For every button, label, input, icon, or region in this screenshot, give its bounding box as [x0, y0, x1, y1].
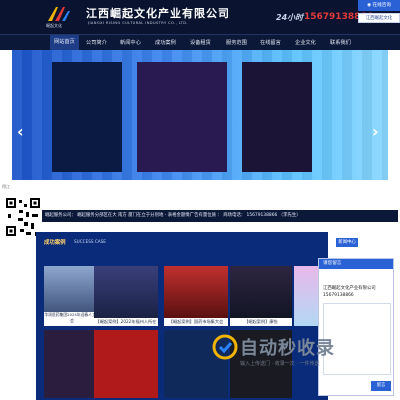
logo-icon	[48, 7, 70, 21]
hero-banner: ‹ ›	[12, 50, 388, 180]
banner-dot[interactable]	[161, 200, 164, 203]
main-nav: 网站首页 公司简介 新闻中心 成功案例 设备租赁 服务范围 在线留言 企业文化 …	[0, 34, 400, 50]
cases-subtitle: SUCCESS CASE	[74, 239, 106, 244]
cases-title: 成功案例	[44, 240, 66, 246]
case-photo	[164, 266, 228, 318]
nav-item-services[interactable]: 服务范围	[226, 39, 247, 46]
side-label: 得江	[2, 184, 10, 189]
case-caption: 【崛起案例】国药市场集大会	[164, 318, 228, 326]
banner-photo	[242, 62, 312, 172]
banner-photo	[52, 62, 122, 172]
case-card[interactable]: 【崛起案例】康怡	[230, 266, 292, 326]
nav-item-news[interactable]: 新闻中心	[120, 39, 141, 46]
banner-dot[interactable]	[156, 200, 159, 203]
case-card[interactable]: 【崛起案例】2022年福州人所在阅读	[94, 266, 158, 326]
case-photo	[230, 266, 292, 318]
nav-item-cases[interactable]: 成功案例	[155, 39, 176, 46]
watermark-subtext: 输入上传送门 · 收录一次 · 一件传送	[240, 361, 320, 367]
nav-item-contact[interactable]: 联系我们	[330, 39, 351, 46]
company-link-button[interactable]: 江西崛起文化	[358, 13, 400, 23]
case-caption: 【崛起案例】康怡	[230, 318, 292, 326]
case-card[interactable]: 【崛起案例】国药市场集大会	[164, 266, 228, 326]
company-name: 江西崛起文化产业有限公司	[86, 7, 230, 20]
banner-dot[interactable]	[166, 200, 169, 203]
case-photo	[94, 266, 158, 318]
banner-photo	[137, 62, 227, 172]
message-send-button[interactable]: 留言	[371, 381, 391, 391]
watermark-logo-icon	[212, 334, 238, 360]
cases-section: 成功案例 SUCCESS CASE 华润医药集团2024年迎春人工作会 【崛起案…	[36, 232, 328, 400]
case-card[interactable]	[94, 330, 158, 398]
case-card[interactable]: 华润医药集团2024年迎春人工作会	[44, 266, 100, 326]
site-header: 崛起文化 江西崛起文化产业有限公司 JIANGXI RISING CULTURA…	[0, 0, 400, 34]
nav-item-rental[interactable]: 设备租赁	[190, 39, 211, 46]
page: 崛起文化 江西崛起文化产业有限公司 JIANGXI RISING CULTURA…	[0, 0, 400, 400]
case-caption: 【崛起案例】2022年福州人所在阅读	[94, 318, 158, 326]
message-panel: 请您留言 江西崛起文化产业有限公司 15679138866 留言	[318, 258, 394, 396]
message-panel-title: 请您留言	[319, 259, 393, 269]
company-english-name: JIANGXI RISING CULTURAL INDUSTRY CO., LT…	[88, 21, 188, 25]
message-company: 江西崛起文化产业有限公司	[323, 286, 376, 291]
news-tag[interactable]: 新闻中心	[336, 238, 358, 247]
case-card[interactable]	[44, 330, 100, 398]
nav-item-about[interactable]: 公司简介	[86, 39, 107, 46]
banner-dots	[156, 198, 176, 205]
logo-text: 崛起文化	[46, 23, 62, 28]
online-consult-button[interactable]: ◉ 在线咨询	[358, 0, 400, 11]
nav-item-home[interactable]: 网站首页	[50, 35, 79, 50]
address-bar: 崛起服务公司： 崛起服务分部区在大 南方 厦门在立于分别地 - 表格金题情广告有…	[42, 210, 398, 222]
message-phone: 15679138866	[323, 293, 354, 298]
nav-item-message[interactable]: 在线留言	[260, 39, 281, 46]
hotline-label: 24小时	[276, 13, 304, 22]
banner-next-arrow[interactable]: ›	[372, 122, 379, 141]
online-consult-label: 在线咨询	[372, 3, 391, 8]
case-caption: 华润医药集团2024年迎春人工作会	[44, 312, 100, 326]
watermark-text: 自动秒收录	[240, 338, 335, 359]
nav-item-culture[interactable]: 企业文化	[295, 39, 316, 46]
banner-dot[interactable]	[171, 200, 174, 203]
banner-prev-arrow[interactable]: ‹	[17, 122, 24, 141]
case-photo	[44, 266, 100, 312]
